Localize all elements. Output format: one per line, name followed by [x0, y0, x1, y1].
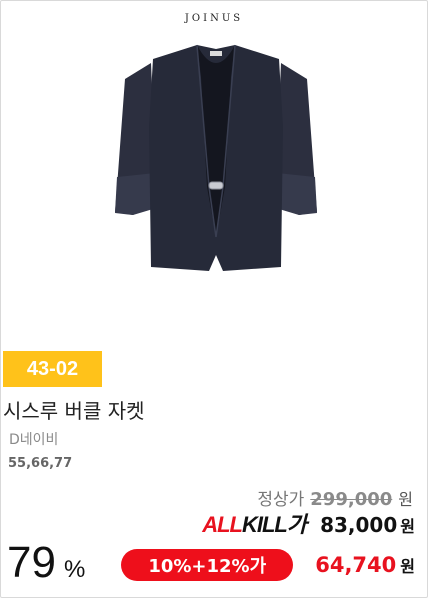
allkill-logo-red: ALL	[202, 512, 243, 537]
regular-price-row: 정상가 299,000 원	[257, 485, 413, 510]
product-code-badge: 43-02	[3, 351, 102, 387]
sale-price-value: 83,000	[320, 513, 398, 537]
regular-price-currency: 원	[398, 490, 413, 509]
allkill-price-row: ALLKILL가 83,000 원	[202, 513, 415, 537]
final-price-row: 10%+12%가 64,740 원	[121, 549, 415, 581]
sale-price: 83,000 원	[320, 513, 415, 537]
allkill-logo-black: KILL가	[241, 512, 307, 537]
coupon-badge[interactable]: 10%+12%가	[121, 549, 294, 581]
sale-price-currency: 원	[400, 517, 415, 536]
discount-percent-sign: %	[63, 556, 86, 583]
product-color: D네이비	[9, 432, 59, 448]
product-image[interactable]	[111, 37, 321, 285]
regular-price: 299,000	[310, 489, 393, 510]
final-price-currency: 원	[400, 557, 415, 576]
brand-logo: JOINUS	[184, 13, 244, 24]
final-price-value: 64,740	[315, 553, 397, 577]
final-price: 64,740 원	[315, 553, 415, 577]
allkill-logo: ALLKILL가	[202, 512, 307, 537]
discount-rate: 79%	[7, 541, 85, 585]
product-sizes: 55,66,77	[8, 456, 73, 471]
product-name[interactable]: 시스루 버클 자켓	[3, 395, 145, 424]
product-card[interactable]: JOINUS 43-02 시스루 버클 자켓 D네이비 55,66,77 정상가…	[0, 0, 428, 598]
discount-rate-value: 79	[7, 538, 56, 587]
regular-price-label: 정상가	[257, 490, 305, 510]
